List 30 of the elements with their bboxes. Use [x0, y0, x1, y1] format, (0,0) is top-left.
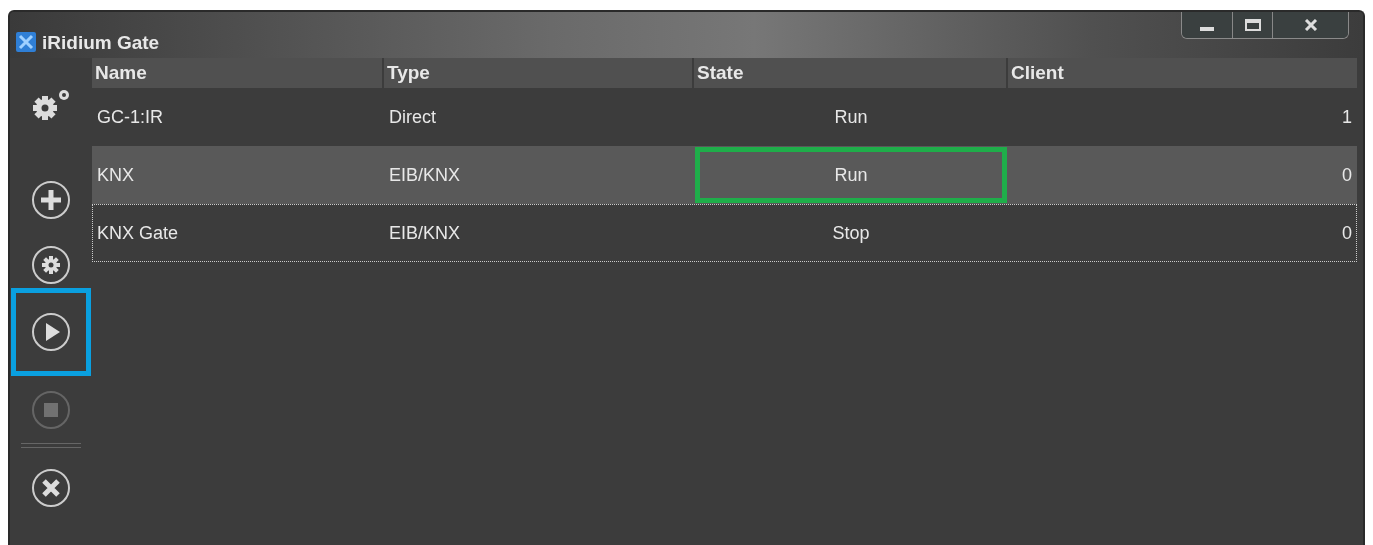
table-cell: KNX [97, 164, 134, 186]
table-cell: Stop [832, 222, 870, 244]
table-cell: Run [834, 106, 868, 128]
table-cell: 0 [1342, 164, 1352, 186]
app-logo-icon [16, 32, 36, 52]
table-cell: 1 [1342, 106, 1352, 128]
table-cell: Direct [389, 106, 436, 128]
column-header[interactable]: Name [92, 58, 382, 88]
table-cell: 0 [1342, 222, 1352, 244]
remove-button[interactable] [31, 467, 71, 508]
table-row[interactable]: KNX EIB/KNX Run 0 [92, 146, 1357, 204]
table-cell: KNX Gate [97, 222, 179, 244]
column-header[interactable]: Client [1008, 58, 1357, 88]
column-header[interactable]: Type [384, 58, 692, 88]
maximize-button[interactable] [1232, 12, 1272, 38]
table-cell: EIB/KNX [389, 164, 461, 186]
table-row[interactable]: GC-1:IR Direct Run 1 [92, 88, 1357, 146]
window-title: iRidium Gate [42, 32, 160, 54]
minimize-icon [1200, 27, 1214, 31]
minimize-button[interactable] [1182, 12, 1232, 38]
settings-button[interactable] [31, 244, 71, 285]
table-row[interactable]: KNX Gate EIB/KNX Stop 0 [92, 204, 1357, 262]
table-cell: EIB/KNX [389, 222, 461, 244]
maximize-icon [1242, 19, 1263, 31]
column-header[interactable]: State [694, 58, 1006, 88]
close-button[interactable] [1272, 12, 1348, 38]
play-button[interactable] [31, 312, 71, 352]
add-button[interactable] [31, 179, 71, 220]
table-cell: Run [834, 164, 868, 186]
table-cell: GC-1:IR [97, 106, 163, 128]
